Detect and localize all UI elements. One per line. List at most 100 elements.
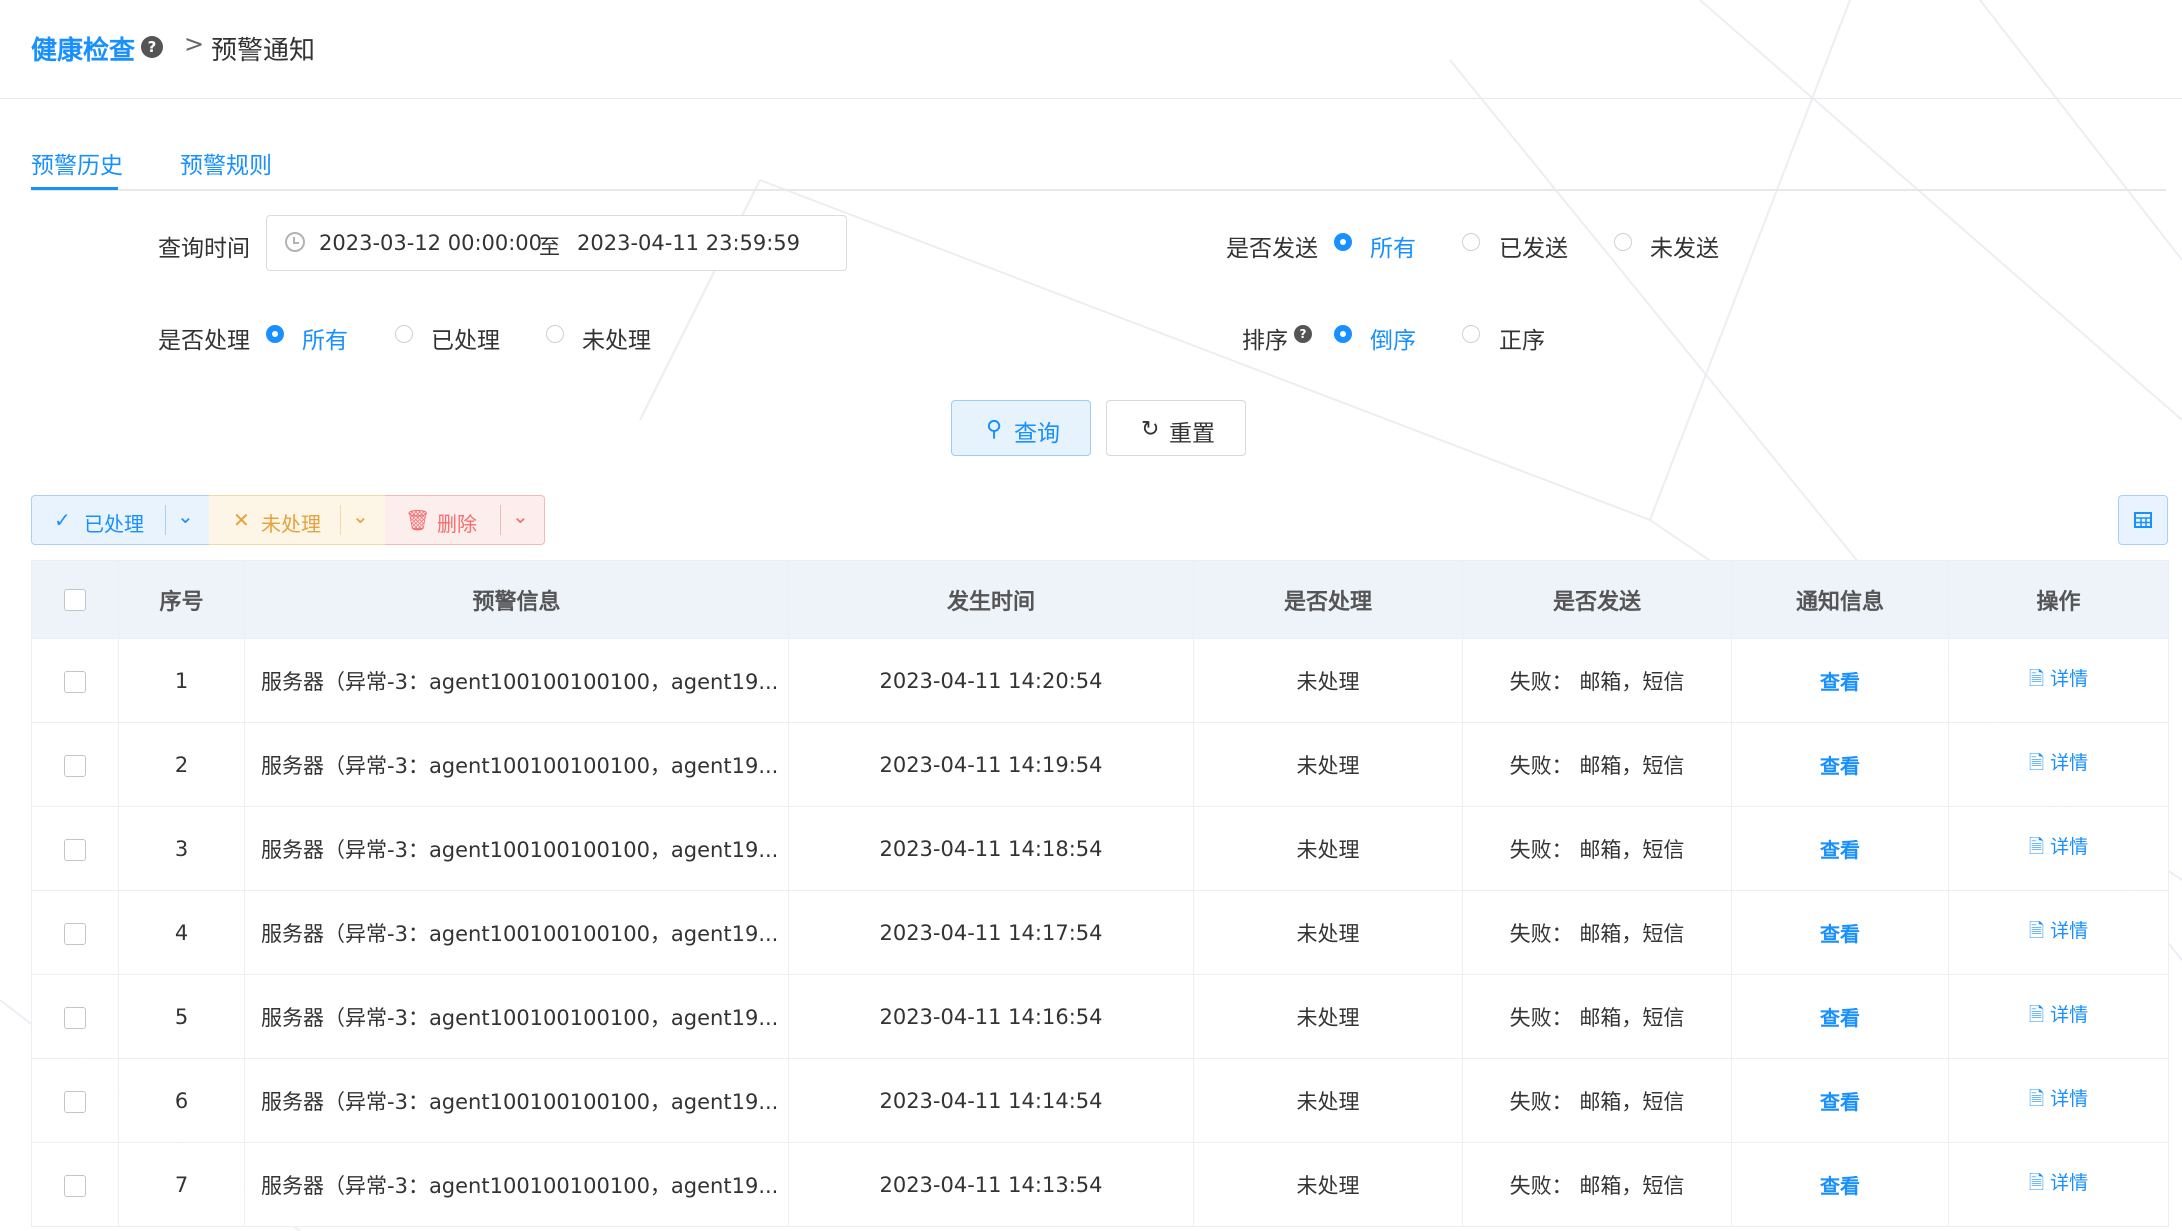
col-header-time: 发生时间 <box>788 560 1194 639</box>
radio-handled-no-label[interactable]: 未处理 <box>582 321 651 355</box>
range-separator: 至 <box>539 235 560 259</box>
end-date[interactable]: 2023-04-11 23:59:59 <box>577 231 800 255</box>
sort-help-icon[interactable]: ? <box>1294 325 1312 343</box>
row-select-cell[interactable] <box>31 1058 119 1143</box>
delete-label: 删除 <box>437 512 477 536</box>
view-link[interactable]: 查看 <box>1820 1090 1860 1114</box>
select-all-cell[interactable] <box>31 560 119 639</box>
trash-icon: 🗑 <box>405 508 431 532</box>
radio-sort-desc-label[interactable]: 倒序 <box>1370 321 1416 355</box>
cell-actions: 🗎 详情 <box>1948 974 2169 1059</box>
row-select-cell[interactable] <box>31 1142 119 1227</box>
detail-link[interactable]: 🗎 详情 <box>2029 1004 2088 1026</box>
cell-time: 2023-04-11 14:19:54 <box>788 722 1194 807</box>
mark-handled-button[interactable]: ✓ 已处理 ⌄ <box>31 495 209 545</box>
breadcrumb-root[interactable]: 健康检查 <box>31 30 135 67</box>
radio-sent-no-label[interactable]: 未发送 <box>1650 229 1719 263</box>
start-date[interactable]: 2023-03-12 00:00:00 <box>319 231 542 255</box>
cell-alert-info: 服务器（异常-3：agent100100100100，agent19... <box>244 806 789 891</box>
detail-link[interactable]: 🗎 详情 <box>2029 836 2088 858</box>
chevron-right-icon: > <box>184 30 205 58</box>
tab-alert-rules[interactable]: 预警规则 <box>180 146 272 180</box>
row-select-cell[interactable] <box>31 974 119 1059</box>
row-select-cell[interactable] <box>31 806 119 891</box>
header-divider <box>0 98 2182 99</box>
cell-time: 2023-04-11 14:13:54 <box>788 1142 1194 1227</box>
view-link[interactable]: 查看 <box>1820 922 1860 946</box>
radio-sort-asc-label[interactable]: 正序 <box>1499 321 1545 355</box>
detail-link[interactable]: 🗎 详情 <box>2029 668 2088 690</box>
select-all-checkbox[interactable] <box>64 589 86 611</box>
row-checkbox[interactable] <box>64 1006 86 1029</box>
view-link[interactable]: 查看 <box>1820 1174 1860 1198</box>
cell-notice: 查看 <box>1731 1142 1949 1227</box>
radio-handled-yes[interactable] <box>395 325 413 343</box>
document-icon: 🗎 <box>2028 920 2051 942</box>
row-checkbox[interactable] <box>64 754 86 777</box>
breadcrumb-current: 预警通知 <box>211 36 316 66</box>
cell-actions: 🗎 详情 <box>1948 890 2169 975</box>
row-checkbox[interactable] <box>64 670 86 693</box>
cell-sent-status: 失败： 邮箱，短信 <box>1462 974 1732 1059</box>
reset-button[interactable]: ↻ 重置 <box>1106 400 1246 456</box>
tab-alert-history[interactable]: 预警历史 <box>31 146 123 180</box>
radio-handled-all[interactable] <box>266 325 284 343</box>
table-row: 5 服务器（异常-3：agent100100100100，agent19... 20… <box>31 974 2169 1059</box>
query-button-label: 查询 <box>1014 421 1060 447</box>
radio-sent-all-label[interactable]: 所有 <box>1370 229 1416 263</box>
view-link[interactable]: 查看 <box>1820 754 1860 778</box>
cell-notice: 查看 <box>1731 722 1949 807</box>
detail-label: 详情 <box>2050 836 2089 858</box>
split-divider <box>165 505 166 535</box>
chevron-down-icon[interactable]: ⌄ <box>352 504 369 528</box>
cell-alert-info: 服务器（异常-3：agent100100100100，agent19... <box>244 1142 789 1227</box>
row-checkbox[interactable] <box>64 838 86 861</box>
document-icon: 🗎 <box>2028 836 2051 858</box>
row-checkbox[interactable] <box>64 1090 86 1113</box>
chevron-down-icon[interactable]: ⌄ <box>512 504 529 528</box>
document-icon: 🗎 <box>2028 1088 2051 1110</box>
radio-sent-all[interactable] <box>1334 233 1352 251</box>
detail-link[interactable]: 🗎 详情 <box>2029 1088 2088 1110</box>
detail-label: 详情 <box>2050 752 2089 774</box>
row-checkbox[interactable] <box>64 1174 86 1197</box>
row-select-cell[interactable] <box>31 722 119 807</box>
mark-unhandled-button[interactable]: ✕ 未处理 ⌄ <box>209 495 385 545</box>
table-row: 4 服务器（异常-3：agent100100100100，agent19... 20… <box>31 890 2169 975</box>
view-link[interactable]: 查看 <box>1820 670 1860 694</box>
radio-sent-yes[interactable] <box>1462 233 1480 251</box>
help-icon[interactable]: ? <box>141 36 163 58</box>
cell-index: 7 <box>118 1142 245 1227</box>
detail-label: 详情 <box>2050 920 2089 942</box>
col-header-actions: 操作 <box>1948 560 2169 639</box>
radio-sort-desc[interactable] <box>1334 325 1352 343</box>
table-settings-button[interactable] <box>2118 495 2168 545</box>
cell-notice: 查看 <box>1731 638 1949 723</box>
date-range-picker[interactable]: 2023-03-12 00:00:00 至 2023-04-11 23:59:5… <box>266 215 847 271</box>
cell-time: 2023-04-11 14:17:54 <box>788 890 1194 975</box>
radio-sent-yes-label[interactable]: 已发送 <box>1499 229 1568 263</box>
view-link[interactable]: 查看 <box>1820 1006 1860 1030</box>
view-link[interactable]: 查看 <box>1820 838 1860 862</box>
row-select-cell[interactable] <box>31 890 119 975</box>
table-header-row: 序号 预警信息 发生时间 是否处理 是否发送 通知信息 操作 <box>31 560 2169 639</box>
cell-sent-status: 失败： 邮箱，短信 <box>1462 722 1732 807</box>
table-row: 1 服务器（异常-3：agent100100100100，agent19... 20… <box>31 638 2169 723</box>
detail-link[interactable]: 🗎 详情 <box>2029 920 2088 942</box>
cell-handled: 未处理 <box>1193 722 1463 807</box>
detail-link[interactable]: 🗎 详情 <box>2029 1172 2088 1194</box>
cell-handled: 未处理 <box>1193 974 1463 1059</box>
delete-button[interactable]: 🗑 删除 ⌄ <box>385 495 545 545</box>
radio-handled-no[interactable] <box>546 325 564 343</box>
radio-sort-asc[interactable] <box>1462 325 1480 343</box>
chevron-down-icon[interactable]: ⌄ <box>177 504 194 528</box>
handled-label: 是否处理 <box>158 328 250 354</box>
radio-sent-no[interactable] <box>1614 233 1632 251</box>
tabs-divider <box>31 189 2166 191</box>
detail-link[interactable]: 🗎 详情 <box>2029 752 2088 774</box>
row-select-cell[interactable] <box>31 638 119 723</box>
radio-handled-yes-label[interactable]: 已处理 <box>431 321 500 355</box>
row-checkbox[interactable] <box>64 922 86 945</box>
query-button[interactable]: ⚲ 查询 <box>951 400 1091 456</box>
radio-handled-all-label[interactable]: 所有 <box>302 321 348 355</box>
